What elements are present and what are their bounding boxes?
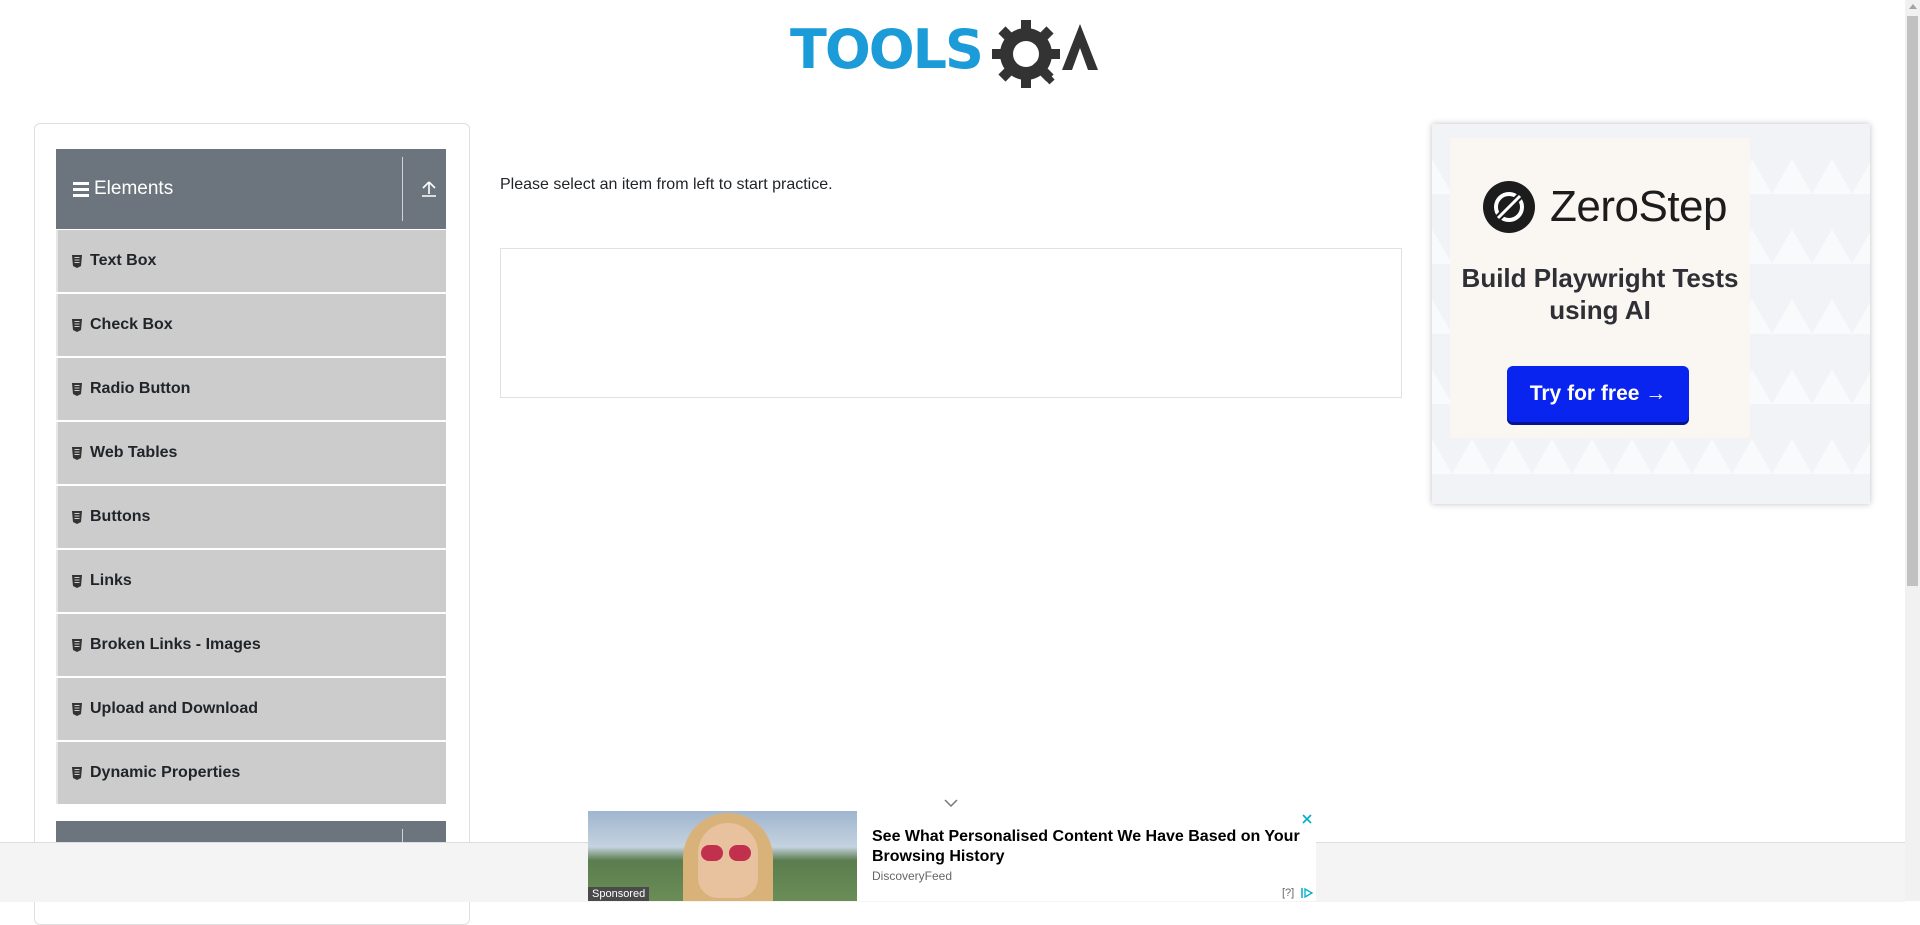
sponsored-label: Sponsored	[588, 887, 650, 901]
sidebar-item-label: Check Box	[90, 316, 173, 333]
ad-tagline: Build Playwright Tests using AI	[1461, 263, 1739, 325]
toolsqa-logo[interactable]: TOOLS	[790, 14, 1120, 94]
html5-icon	[72, 574, 82, 588]
sidebar-item-label: Dynamic Properties	[90, 764, 241, 781]
sidebar-item-buttons[interactable]: Buttons	[56, 486, 446, 548]
ad-info-link[interactable]: [?]	[1282, 887, 1294, 899]
close-icon[interactable]	[1301, 813, 1313, 825]
sidebar-item-web-tables[interactable]: Web Tables	[56, 422, 446, 484]
html5-icon	[72, 766, 82, 780]
sidebar-item-label: Buttons	[90, 508, 151, 525]
sidebar-item-dynamic-properties[interactable]: Dynamic Properties	[56, 742, 446, 804]
adchoices-icon[interactable]	[1300, 887, 1314, 899]
sidebar-item-links[interactable]: Links	[56, 550, 446, 612]
html5-icon	[72, 382, 82, 396]
html5-icon	[72, 446, 82, 460]
html5-icon	[72, 638, 82, 652]
collapse-up-icon[interactable]	[420, 179, 438, 199]
ad-source: DiscoveryFeed	[872, 869, 953, 883]
zerostep-logo-icon	[1483, 181, 1535, 233]
scrollbar[interactable]	[1905, 0, 1920, 901]
content-panel	[500, 248, 1402, 398]
ad-photo: Sponsored	[588, 811, 857, 901]
intro-text: Please select an item from left to start…	[500, 176, 833, 193]
sidebar-item-check-box[interactable]: Check Box	[56, 294, 446, 356]
sidebar-item-label: Text Box	[90, 252, 157, 269]
zerostep-ad[interactable]: ZeroStep Build Playwright Tests using AI…	[1432, 124, 1870, 504]
html5-icon	[72, 702, 82, 716]
scrollbar-thumb[interactable]	[1907, 16, 1918, 586]
elements-menu: Text Box Check Box Radio Button Web Tabl…	[56, 230, 446, 806]
try-for-free-button[interactable]: Try for free →	[1507, 366, 1689, 422]
html5-icon	[72, 510, 82, 524]
sidebar-item-broken-links-images[interactable]: Broken Links - Images	[56, 614, 446, 676]
ad-brand: ZeroStep	[1550, 182, 1727, 231]
sidebar-item-radio-button[interactable]: Radio Button	[56, 358, 446, 420]
chevron-down-icon[interactable]	[944, 798, 958, 808]
html5-icon	[72, 254, 82, 268]
ad-headline[interactable]: See What Personalised Content We Have Ba…	[872, 827, 1302, 867]
group-header-label: Elements	[94, 178, 174, 199]
sidebar-item-label: Broken Links - Images	[90, 636, 261, 653]
ad-inner-panel: ZeroStep Build Playwright Tests using AI…	[1450, 138, 1750, 438]
sidebar-item-label: Web Tables	[90, 444, 178, 461]
sidebar-item-text-box[interactable]: Text Box	[56, 230, 446, 292]
sidebar-item-label: Links	[90, 572, 132, 589]
scroll-up-icon[interactable]	[1909, 4, 1917, 9]
hamburger-icon	[73, 181, 89, 197]
bottom-ad[interactable]: Sponsored See What Personalised Content …	[588, 811, 1316, 901]
html5-icon	[72, 318, 82, 332]
group-header-divider	[402, 157, 403, 221]
sidebar-item-upload-and-download[interactable]: Upload and Download	[56, 678, 446, 740]
sidebar-item-label: Radio Button	[90, 380, 191, 397]
sidebar-item-label: Upload and Download	[90, 700, 258, 717]
svg-text:TOOLS: TOOLS	[790, 18, 982, 81]
group-header-elements[interactable]: Elements	[56, 149, 446, 229]
